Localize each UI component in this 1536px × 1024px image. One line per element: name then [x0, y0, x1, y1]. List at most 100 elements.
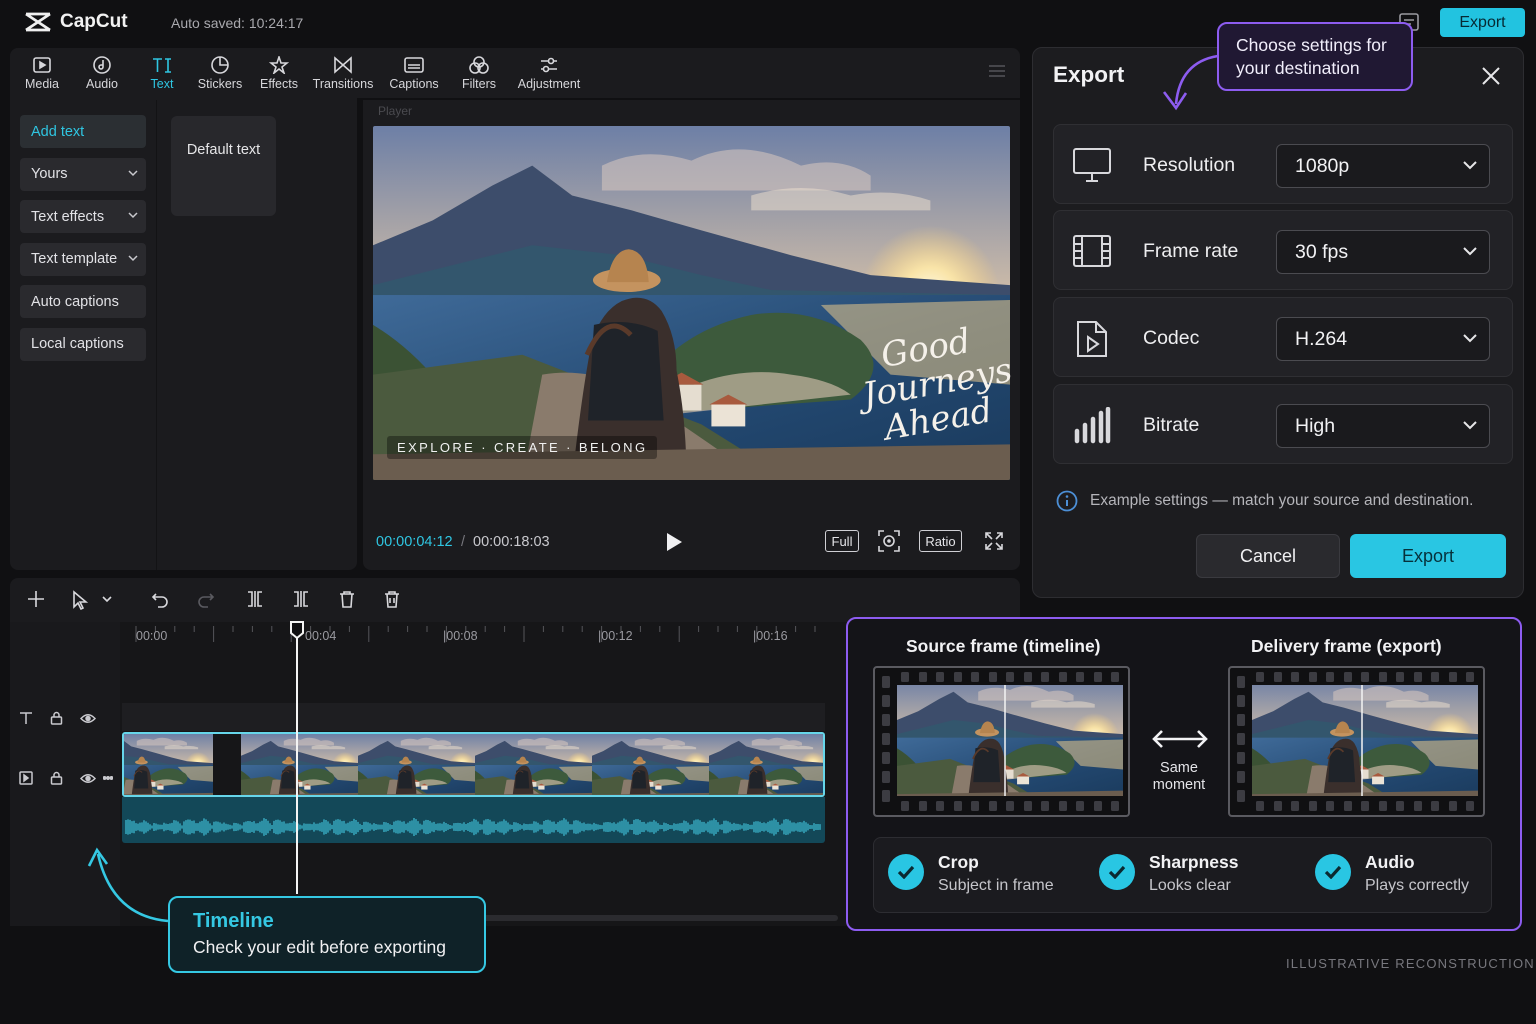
add-track-icon[interactable] [27, 590, 45, 608]
chevron-down-icon [128, 169, 138, 176]
video-track-icon [19, 771, 33, 785]
callout-arrow-icon [87, 847, 169, 923]
setting-resolution: Resolution 1080p [1053, 124, 1513, 204]
check-subtitle: Subject in frame [938, 877, 1054, 894]
sidebar-item-local-captions[interactable]: Local captions [20, 327, 146, 361]
default-text-card[interactable]: Default text [171, 116, 276, 216]
current-time: 00:00:04:12 [376, 534, 453, 550]
select-value: 1080p [1295, 155, 1350, 177]
sidebar-item-add-text[interactable]: Add text [20, 115, 146, 148]
tool-media[interactable]: Media [12, 48, 72, 98]
checkmark-icon [1099, 854, 1135, 890]
sidebar-item-yours[interactable]: Yours [20, 157, 146, 191]
text-card-label: Default text [186, 141, 261, 158]
ratio-button[interactable]: Ratio [919, 530, 962, 552]
chevron-down-icon[interactable] [102, 596, 112, 603]
check-title: Sharpness [1149, 852, 1239, 872]
export-checks: Crop Subject in frame Sharpness Looks clea… [873, 837, 1492, 913]
time-separator: / [461, 534, 466, 550]
delete-track-icon[interactable] [383, 590, 401, 608]
sidebar-item-label: Text template [31, 251, 118, 267]
text-track[interactable] [122, 703, 825, 731]
tool-label: Text [150, 76, 174, 91]
sidebar-item-text-template[interactable]: Text template [20, 242, 146, 276]
video-clip[interactable] [122, 732, 825, 797]
full-button[interactable]: Full [825, 530, 859, 552]
audio-waveform[interactable] [122, 797, 825, 843]
same-moment-label: Same moment [1152, 760, 1206, 793]
chevron-down-icon [1463, 247, 1477, 256]
codec-select[interactable]: H.264 [1276, 317, 1490, 361]
check-sharpness: Sharpness Looks clear [1099, 852, 1238, 895]
tool-audio[interactable]: Audio [72, 48, 132, 98]
source-frame [873, 666, 1130, 817]
eye-icon[interactable] [80, 773, 96, 784]
timeline-scrollbar[interactable] [470, 915, 838, 921]
more-icon[interactable] [103, 776, 113, 780]
checkmark-icon [888, 854, 924, 890]
setting-codec: Codec H.264 [1053, 297, 1513, 377]
playhead-handle[interactable] [289, 620, 305, 640]
check-subtitle: Plays correctly [1365, 877, 1470, 894]
timeline-callout: Timeline Check your edit before exportin… [168, 896, 486, 973]
source-frame-title: Source frame (timeline) [906, 636, 1101, 656]
sidebar-item-text-effects[interactable]: Text effects [20, 200, 146, 233]
panel-menu-icon[interactable] [988, 64, 1006, 78]
playhead[interactable] [296, 622, 298, 894]
select-value: High [1295, 415, 1336, 437]
sidebar-item-label: Local captions [31, 336, 124, 352]
tick-label: 00:04 [305, 629, 337, 643]
top-export-button[interactable]: Export [1440, 8, 1525, 37]
delete-icon[interactable] [338, 590, 356, 608]
delivery-frame [1228, 666, 1485, 817]
autosave-status: Auto saved: 10:24:17 [171, 15, 304, 31]
tool-transitions[interactable]: Transitions [310, 48, 376, 98]
captions-icon [404, 56, 424, 73]
setting-frame-rate: Frame rate 30 fps [1053, 210, 1513, 290]
info-text: Example settings — match your source and… [1090, 492, 1474, 509]
tool-label: Audio [86, 76, 118, 91]
lock-icon[interactable] [50, 711, 63, 725]
select-cursor-icon[interactable] [72, 590, 88, 610]
sidebar-item-auto-captions[interactable]: Auto captions [20, 285, 146, 318]
frame-rate-select[interactable]: 30 fps [1276, 230, 1490, 274]
info-icon [1056, 490, 1078, 512]
snapshot-icon[interactable] [877, 529, 901, 553]
setting-label: Codec [1143, 327, 1200, 349]
lock-icon[interactable] [50, 771, 63, 785]
eye-icon[interactable] [80, 713, 96, 724]
app-name: CapCut [60, 11, 128, 32]
adjustment-icon [541, 57, 557, 72]
play-button[interactable] [664, 531, 684, 553]
fullscreen-icon[interactable] [984, 531, 1004, 551]
undo-icon[interactable] [151, 590, 169, 608]
setting-bitrate: Bitrate High [1053, 384, 1513, 464]
tool-text[interactable]: Text [132, 48, 192, 98]
resolution-select[interactable]: 1080p [1276, 144, 1490, 188]
player-label: Player [378, 104, 413, 118]
tick-label: |00:16 [753, 629, 788, 643]
tool-filters[interactable]: Filters [452, 48, 506, 98]
split-right-icon[interactable] [292, 590, 310, 608]
setting-label: Frame rate [1143, 240, 1239, 262]
split-icon[interactable] [246, 590, 264, 608]
play-icon [667, 533, 682, 551]
app-logo: CapCut [24, 11, 128, 33]
tool-adjustment[interactable]: Adjustment [506, 48, 592, 98]
tool-label: Stickers [197, 76, 243, 91]
bitrate-select[interactable]: High [1276, 404, 1490, 448]
tool-label: Effects [260, 76, 298, 91]
tool-captions[interactable]: Captions [376, 48, 452, 98]
tool-effects[interactable]: Effects [248, 48, 310, 98]
close-icon[interactable] [1481, 66, 1501, 86]
overlay-script-title: Good Journeys Ahead [859, 321, 1016, 449]
redo-icon[interactable] [197, 590, 215, 608]
cancel-button[interactable]: Cancel [1196, 534, 1340, 578]
chevron-down-icon [1463, 161, 1477, 170]
export-dialog-title: Export [1053, 62, 1125, 87]
check-crop: Crop Subject in frame [888, 852, 1054, 895]
tool-stickers[interactable]: Stickers [192, 48, 248, 98]
callout-arrow-icon [1162, 54, 1219, 111]
sticker-icon [211, 55, 229, 74]
export-button[interactable]: Export [1350, 534, 1506, 578]
